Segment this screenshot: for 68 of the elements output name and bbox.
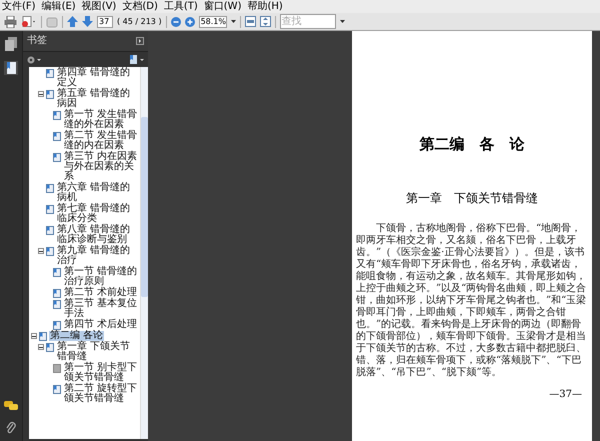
comments-icon[interactable]: [4, 401, 18, 411]
chapter-title: 第一章 下颌关节错骨缝: [406, 191, 538, 205]
fit-page-icon[interactable]: [260, 16, 271, 27]
zoom-out-icon[interactable]: [170, 16, 181, 26]
menu-item[interactable]: 文件(F): [2, 0, 36, 12]
bookmark-icon: [39, 332, 47, 341]
zoom-field[interactable]: 58.1%: [198, 16, 227, 28]
bookmark-icon: [53, 268, 61, 277]
bookmark-icon: [53, 321, 61, 330]
bookmark-item[interactable]: 第一节 错骨缝的治疗原则: [63, 267, 140, 287]
menu-item[interactable]: 窗口(W): [204, 0, 242, 12]
bookmark-item[interactable]: 第六章 错骨缝的病机: [56, 183, 140, 203]
bookmark-icon: [46, 205, 54, 214]
menu-item[interactable]: 编辑(E): [42, 0, 76, 12]
panel-menu-icon[interactable]: [136, 37, 144, 45]
bookmark-icon: [53, 300, 61, 309]
bookmark-item[interactable]: 第三节 内在因素与外在因素的关系: [63, 152, 140, 182]
menu-item[interactable]: 帮助(H): [247, 0, 283, 12]
zoom-in-icon[interactable]: [184, 16, 195, 26]
page-number: —37—: [549, 389, 582, 401]
previous-page-icon[interactable]: [67, 16, 78, 27]
bookmarks-icon[interactable]: [4, 61, 18, 75]
bookmark-icon: [53, 111, 61, 120]
search-field[interactable]: 查找: [280, 14, 336, 29]
bookmark-icon: [46, 69, 54, 78]
bookmark-item[interactable]: 第一节 发生错骨缝的外在因素: [63, 110, 140, 130]
print-icon[interactable]: [4, 16, 17, 28]
bookmark-icon: [46, 343, 54, 352]
expand-toggle[interactable]: [38, 344, 44, 350]
panel-title: 书签: [27, 35, 47, 47]
page-count: ( 45 / 213 ): [117, 16, 162, 28]
body-paragraph: 下颌骨，古称地阁骨，俗称下巴骨。“地阁骨，即两牙车相交之骨，又名颏，俗名下巴骨，上载牙齿。”（《医宗金鉴·正骨心法要旨》）。但是，该书又有“颊车骨即下牙床骨也，俗名牙钩，承载诸齿，能咀食物，有运动之象，故名颊车。其骨尾形如钩，上控于曲颊之环。”以及“两钩骨名曲颊，即上颊之合钳，曲如环形，以纳下牙车骨尾之钩者也。”和“玉梁骨即耳门骨，上即曲颊，下即颊车，两骨之合钳也。”的记载。看来钩骨是上牙床骨的两边（即翻骨的下颌骨部位），颊车骨即下颌骨。玉梁骨才是相当于下颌关节的古称。不过，大多数古籍中都把脱臼、错、落，归在颊车骨项下，或称“落颊脱下”、“下巴脱落”、“吊下巴”、“脱下颏”等。: [356, 223, 588, 379]
next-page-icon[interactable]: [82, 16, 93, 27]
bookmark-item[interactable]: 第八章 错骨缝的临床诊断与鉴别: [56, 225, 140, 245]
dropdown-caret-icon[interactable]: [230, 20, 236, 23]
bookmark-item[interactable]: 第四节 术后处理: [63, 320, 138, 330]
part-title: 第二编 各 论: [420, 135, 524, 153]
bookmark-item[interactable]: 第一章 下颌关节错骨缝: [56, 342, 140, 362]
expand-toggle[interactable]: [38, 91, 44, 97]
bookmark-icon: [46, 184, 54, 193]
bookmark-item[interactable]: 第五章 错骨缝的病因: [56, 89, 140, 109]
bookmark-item[interactable]: 第二节 术前处理: [63, 288, 138, 298]
bookmark-item[interactable]: 第二节 旋转型下颌关节错骨缝: [63, 384, 140, 404]
bookmark-item[interactable]: 第九章 错骨缝的治疗: [56, 246, 140, 266]
bookmark-icon: [46, 90, 54, 99]
bookmark-item[interactable]: 第二节 发生错骨缝的内在因素: [63, 131, 140, 151]
bookmark-icon: [53, 289, 61, 298]
menu-item[interactable]: 文档(D): [122, 0, 158, 12]
bookmark-icon: [53, 132, 61, 141]
scrollbar[interactable]: [140, 67, 148, 439]
bookmark-item[interactable]: 第七章 错骨缝的临床分类: [56, 204, 140, 224]
document-tool-icon[interactable]: [21, 16, 37, 28]
page-number-field[interactable]: 37: [97, 16, 113, 28]
fit-width-icon[interactable]: [244, 16, 256, 27]
expand-toggle[interactable]: [31, 333, 37, 339]
bookmark-item[interactable]: 第二编 各论: [49, 331, 104, 341]
new-bookmark-icon[interactable]: [130, 55, 144, 64]
bookmark-icon: [53, 153, 61, 162]
bookmark-item[interactable]: 第三节 基本复位手法: [63, 299, 140, 319]
gear-icon[interactable]: [27, 56, 41, 64]
bookmark-icon: [46, 247, 54, 256]
paperclip-icon[interactable]: [6, 421, 16, 435]
menu-item[interactable]: 视图(V): [82, 0, 116, 12]
pages-icon[interactable]: [5, 37, 17, 51]
menu-item[interactable]: 工具(T): [164, 0, 198, 12]
bookmark-icon: [46, 226, 54, 235]
expand-toggle[interactable]: [38, 248, 44, 254]
dropdown-caret-icon[interactable]: [340, 20, 345, 23]
